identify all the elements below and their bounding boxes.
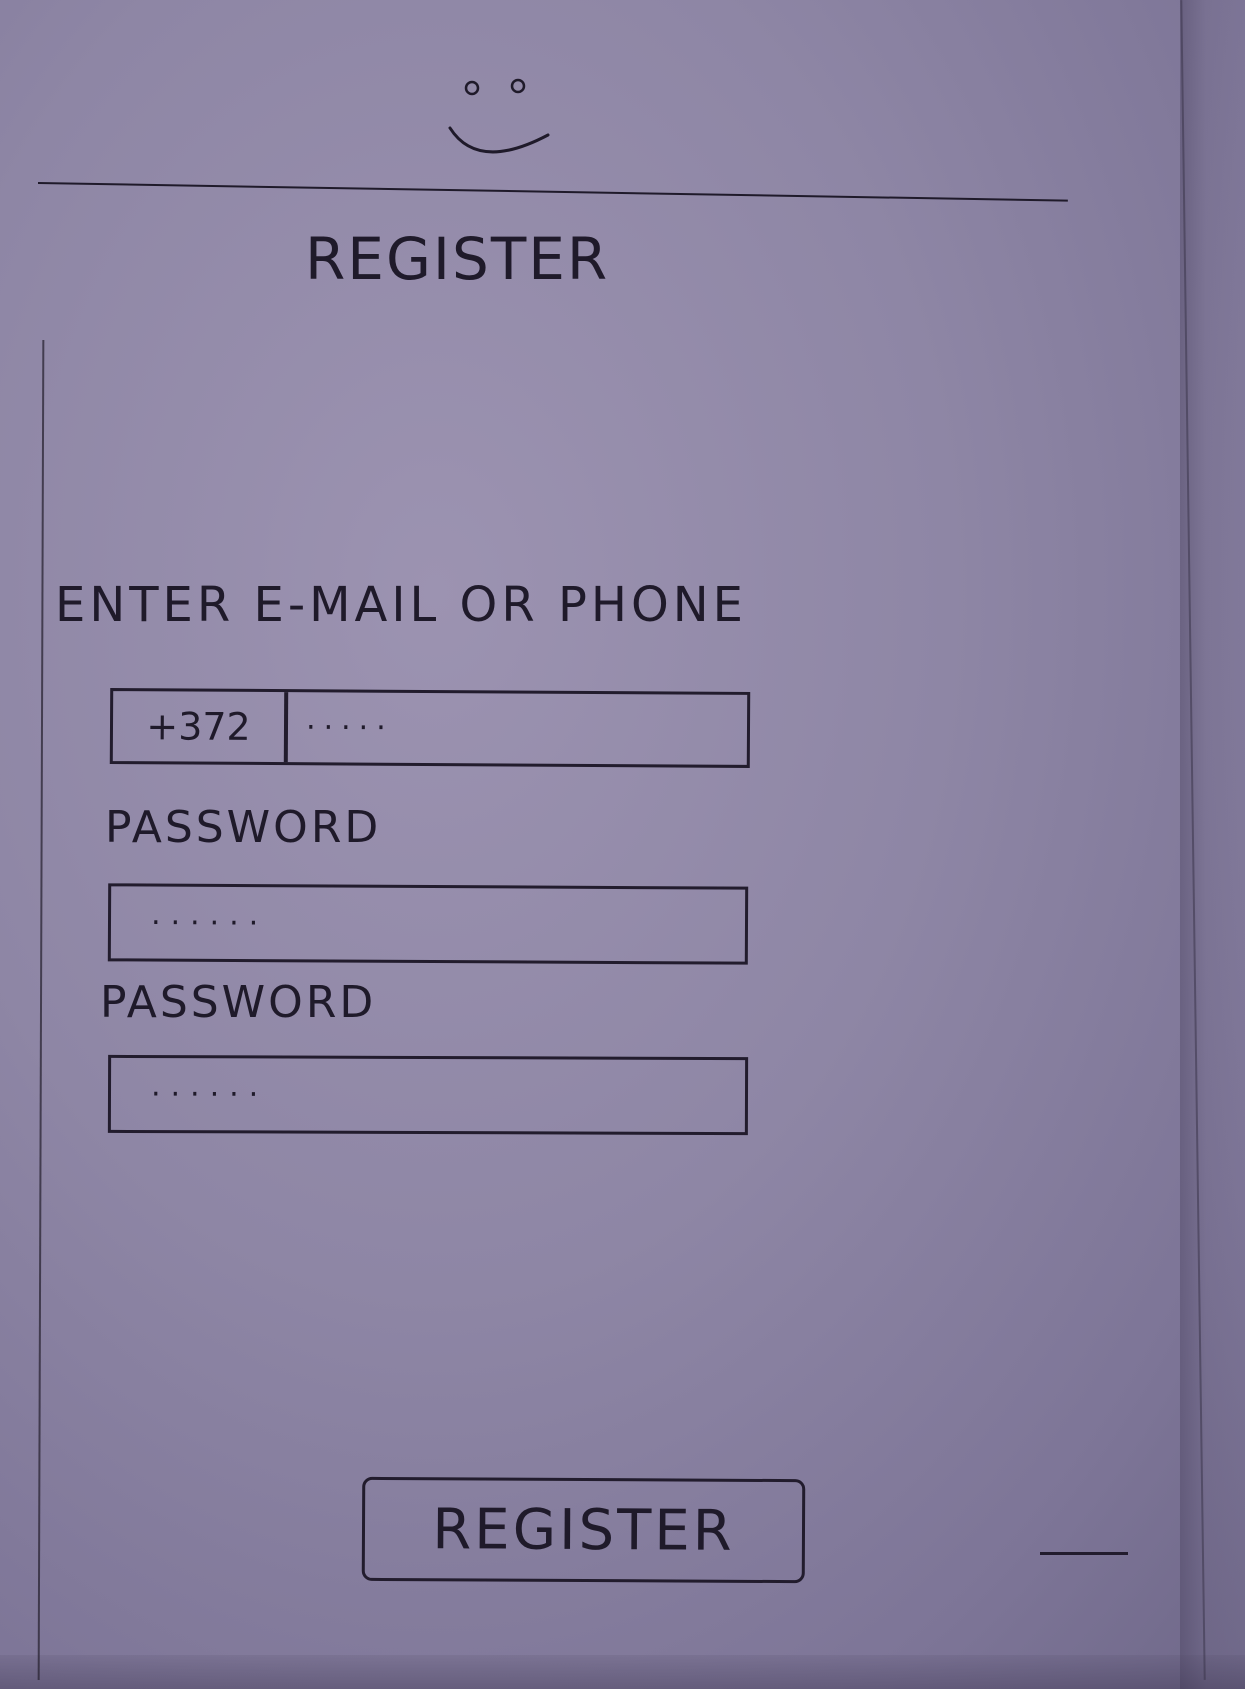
confirm-password-field-box: [107, 1054, 749, 1136]
password-field-box: [107, 883, 749, 965]
confirm-password-label: PASSWORD: [100, 977, 377, 1028]
phone-field-group: +372: [109, 688, 751, 768]
country-code-selector[interactable]: +372: [112, 691, 289, 763]
password-input[interactable]: [110, 885, 746, 963]
smiley-face-icon: [448, 78, 550, 154]
register-button[interactable]: REGISTER: [361, 1476, 806, 1584]
corner-dash-mark: [1040, 1552, 1128, 1555]
confirm-password-input[interactable]: [110, 1056, 746, 1134]
header-divider: [37, 182, 1068, 202]
screen-left-border: [37, 340, 45, 1680]
email-or-phone-input[interactable]: [287, 692, 748, 765]
register-screen: REGISTER ENTER E-MAIL OR PHONE +372 PASS…: [0, 0, 1245, 1689]
paper-edge-right: [1180, 0, 1245, 1689]
paper-edge-bottom: [0, 1655, 1245, 1689]
identifier-label: ENTER E-MAIL OR PHONE: [55, 577, 747, 633]
page-title: REGISTER: [305, 225, 610, 293]
password-label: PASSWORD: [105, 802, 382, 853]
